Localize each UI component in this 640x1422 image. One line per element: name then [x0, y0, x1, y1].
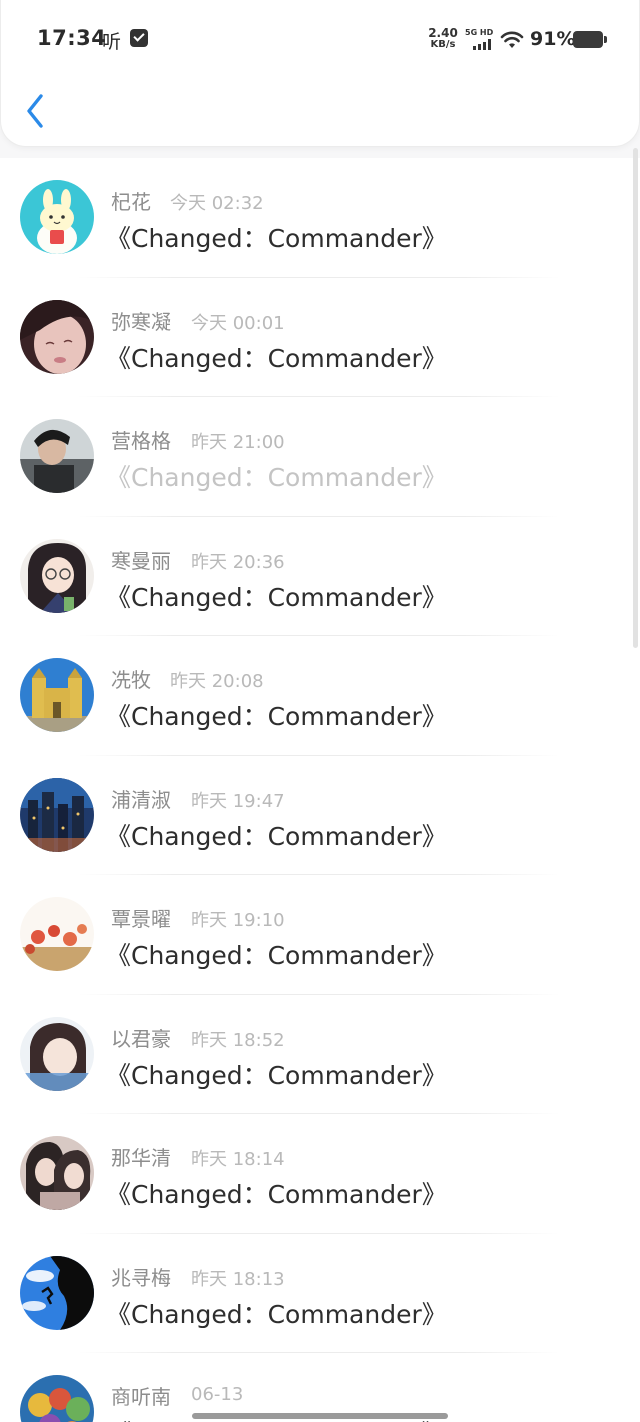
sender-name: 弥寒凝 [111, 309, 171, 334]
item-title: 《Changed：Commander》 [106, 1060, 447, 1090]
timestamp: 昨天 18:52 [191, 1029, 285, 1051]
timestamp: 昨天 19:47 [191, 790, 285, 812]
list-item[interactable]: 覃景曜 昨天 19:10 《Changed：Commander》 [0, 875, 640, 995]
item-title: 《Changed：Commander》 [106, 1299, 447, 1329]
network-speed-unit: KB/s [430, 39, 456, 50]
notification-icon [130, 29, 148, 47]
item-title: 《Changed：Commander》 [106, 582, 447, 612]
timestamp: 昨天 20:36 [191, 551, 285, 573]
listen-app-icon: 听 [102, 31, 122, 53]
timestamp: 昨天 19:10 [191, 910, 285, 931]
network-speed-value: 2.40 [428, 26, 458, 40]
avatar[interactable] [20, 1375, 94, 1422]
list-item[interactable]: 商听南 06-13 《Changed：Commander》 [0, 1353, 640, 1422]
sender-name: 商听南 [111, 1385, 171, 1409]
list-item[interactable]: 以君豪 昨天 18:52 《Changed：Commander》 [0, 994, 640, 1114]
scrollbar[interactable] [633, 148, 638, 648]
timestamp: 06-13 [191, 1384, 244, 1405]
timestamp: 昨天 18:13 [191, 1268, 285, 1290]
list-item[interactable]: 杞花 今天 02:32 《Changed：Commander》 [0, 158, 640, 278]
item-title: 《Changed：Commander》 [106, 702, 447, 731]
sender-name: 兆寻梅 [111, 1265, 171, 1290]
back-button[interactable] [21, 90, 55, 132]
avatar[interactable] [20, 1016, 94, 1091]
avatar[interactable] [20, 180, 94, 254]
cell-signal-icon: 5G HD [465, 28, 495, 50]
avatar[interactable] [20, 538, 94, 613]
timestamp: 昨天 18:14 [191, 1149, 285, 1170]
network-speed: 2.40 KB/s [428, 26, 458, 50]
battery-icon [573, 31, 607, 48]
signal-label: 5G HD [465, 28, 494, 37]
page: 17:34 听 2.40 KB/s 5G HD 91% 杞花 今天 02:32 … [0, 0, 640, 1422]
status-time: 17:34 [37, 26, 107, 50]
signal-bars [473, 39, 495, 50]
item-title: 《Changed：Commander》 [106, 821, 447, 851]
message-list: 杞花 今天 02:32 《Changed：Commander》 弥寒凝 今天 0… [0, 158, 640, 1422]
item-title: 《Changed：Commander》 [106, 941, 447, 970]
list-item[interactable]: 兆寻梅 昨天 18:13 《Changed：Commander》 [0, 1233, 640, 1353]
sender-name: 覃景曜 [111, 907, 171, 931]
sender-name: 杞花 [111, 190, 151, 214]
header: 17:34 听 2.40 KB/s 5G HD 91% [0, 0, 640, 147]
avatar[interactable] [20, 658, 94, 732]
timestamp: 今天 00:01 [191, 312, 285, 334]
avatar[interactable] [20, 299, 94, 374]
sender-name: 冼牧 [111, 668, 151, 692]
item-title: 《Changed：Commander》 [106, 463, 447, 492]
item-title: 《Changed：Commander》 [106, 224, 447, 253]
battery-percent: 91% [530, 28, 576, 50]
avatar[interactable] [20, 419, 94, 493]
sender-name: 营格格 [111, 429, 171, 453]
wifi-icon [500, 31, 524, 48]
status-bar: 17:34 听 2.40 KB/s 5G HD 91% [1, 0, 640, 80]
home-indicator[interactable] [192, 1413, 448, 1419]
item-title: 《Changed：Commander》 [106, 1180, 447, 1209]
list-item[interactable]: 寒曼丽 昨天 20:36 《Changed：Commander》 [0, 516, 640, 636]
sender-name: 那华清 [111, 1146, 171, 1170]
timestamp: 今天 02:32 [170, 193, 264, 214]
list-item[interactable]: 浦清淑 昨天 19:47 《Changed：Commander》 [0, 755, 640, 875]
item-title: 《Changed：Commander》 [106, 343, 447, 373]
avatar[interactable] [20, 1136, 94, 1210]
list-item[interactable]: 弥寒凝 今天 00:01 《Changed：Commander》 [0, 277, 640, 397]
sender-name: 以君豪 [111, 1026, 171, 1051]
avatar[interactable] [20, 1255, 94, 1330]
timestamp: 昨天 20:08 [170, 671, 264, 692]
sender-name: 浦清淑 [111, 787, 171, 812]
list-item[interactable]: 营格格 昨天 21:00 《Changed：Commander》 [0, 397, 640, 517]
sender-name: 寒曼丽 [111, 548, 171, 573]
avatar[interactable] [20, 897, 94, 971]
list-item[interactable]: 冼牧 昨天 20:08 《Changed：Commander》 [0, 636, 640, 756]
timestamp: 昨天 21:00 [191, 432, 285, 453]
avatar[interactable] [20, 777, 94, 852]
list-item[interactable]: 那华清 昨天 18:14 《Changed：Commander》 [0, 1114, 640, 1234]
